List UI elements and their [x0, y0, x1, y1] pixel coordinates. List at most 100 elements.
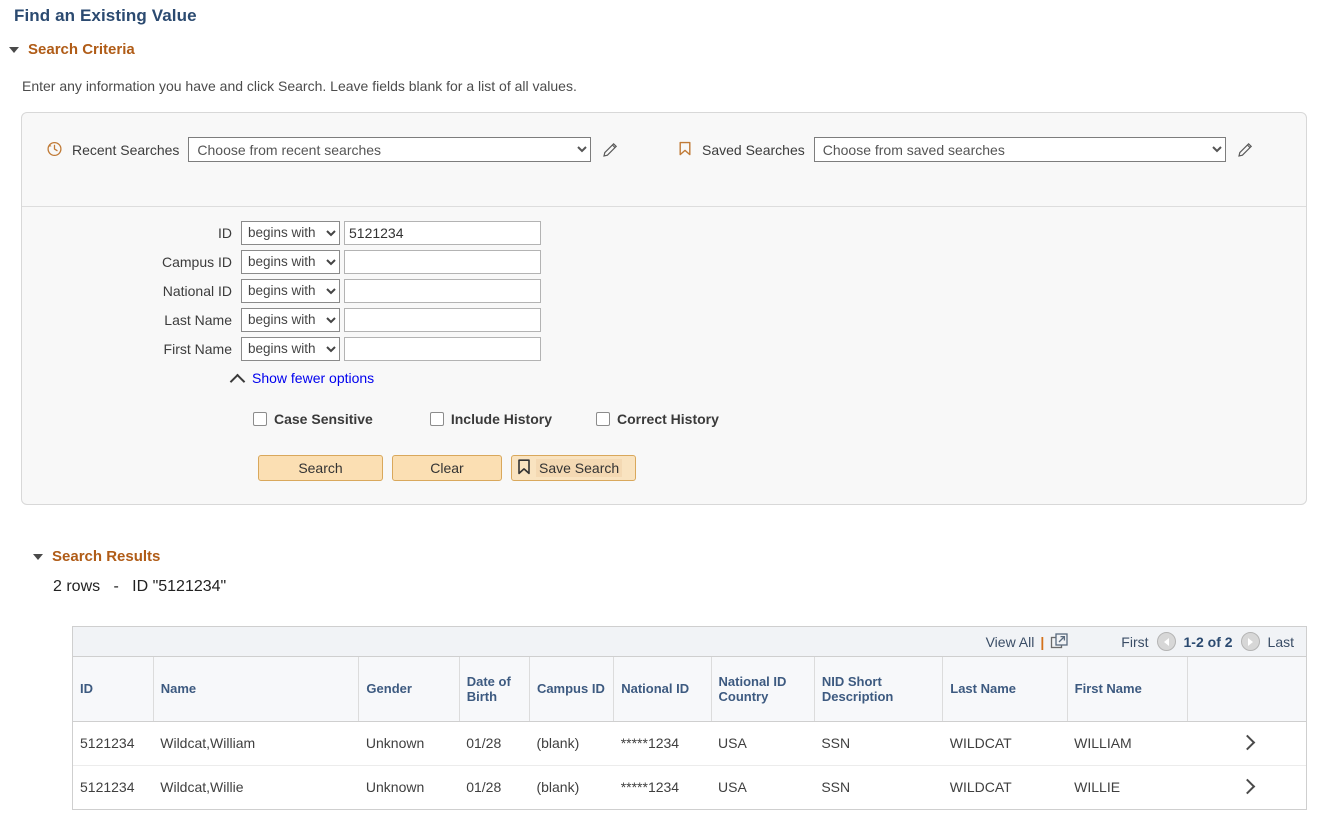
checkbox-box-icon[interactable] — [429, 412, 444, 426]
criteria-row-first-name: First Name begins with — [22, 334, 1306, 363]
search-input-last-name[interactable] — [344, 307, 541, 332]
bookmark-icon — [516, 458, 532, 479]
column-header-name[interactable]: Name — [153, 657, 360, 722]
search-results-grid: View All | First 1-2 of 2 Last ID Name G… — [72, 626, 1307, 810]
recent-searches-edit-pencil-icon[interactable] — [600, 140, 620, 160]
field-label-campus-id: Campus ID — [161, 253, 232, 270]
search-input-first-name[interactable] — [344, 336, 541, 361]
search-results-section-toggle[interactable]: Search Results — [33, 548, 160, 565]
cell-name: Wildcat,Willie — [160, 779, 244, 796]
criteria-fields: ID begins with Campus ID begins with Nat… — [22, 218, 1306, 386]
cell-last-name: WILDCAT — [949, 779, 1012, 796]
cell-gender: Unknown — [358, 721, 460, 766]
saved-searches-select[interactable]: Choose from saved searches — [813, 137, 1226, 162]
saved-searches-row: Recent Searches Choose from recent searc… — [22, 113, 1306, 207]
recent-searches-label: Recent Searches — [72, 141, 180, 158]
search-input-campus-id[interactable] — [344, 249, 541, 274]
chevron-right-icon[interactable] — [1241, 780, 1253, 792]
cell-id: 5121234 — [73, 721, 154, 766]
checkbox-case-sensitive[interactable]: Case Sensitive — [253, 411, 373, 427]
search-criteria-panel: Recent Searches Choose from recent searc… — [21, 112, 1307, 505]
column-header-campus-id[interactable]: Campus ID — [529, 657, 615, 722]
checkbox-correct-history[interactable]: Correct History — [595, 411, 719, 427]
show-fewer-options-label: Show fewer options — [252, 370, 375, 386]
table-row[interactable]: 5121234 Wildcat,William Unknown 01/28 (b… — [73, 721, 1306, 766]
search-criteria-section-toggle[interactable]: Search Criteria — [9, 41, 135, 58]
grid-toolbar: View All | First 1-2 of 2 Last — [73, 627, 1306, 657]
column-header-first-name[interactable]: First Name — [1067, 657, 1189, 722]
field-label-first-name: First Name — [163, 340, 232, 357]
results-table-body: 5121234 Wildcat,William Unknown 01/28 (b… — [73, 721, 1306, 809]
search-button[interactable]: Search — [258, 455, 383, 481]
chevron-up-icon — [232, 372, 244, 384]
operator-select-last-name[interactable]: begins with — [241, 307, 340, 332]
cell-name: Wildcat,William — [153, 721, 359, 766]
operator-select-national-id[interactable]: begins with — [241, 278, 340, 303]
triangle-left-icon — [1163, 637, 1169, 646]
cell-first-name: WILLIE — [1074, 779, 1121, 796]
triangle-right-icon — [1247, 637, 1253, 646]
cell-campus-id: (blank) — [536, 779, 580, 796]
search-results-label: Search Results — [52, 548, 161, 565]
history-clock-icon — [46, 140, 63, 160]
field-label-id: ID — [218, 224, 232, 241]
cell-row-action[interactable] — [1187, 721, 1306, 766]
column-header-national-id-country[interactable]: National ID Country — [711, 657, 815, 722]
results-table: ID Name Gender Date of Birth Campus ID N… — [73, 657, 1306, 809]
search-input-national-id[interactable] — [344, 278, 541, 303]
checkbox-box-icon[interactable] — [253, 412, 267, 426]
pager-prev-button[interactable] — [1156, 632, 1176, 651]
criteria-row-id: ID begins with — [22, 218, 1306, 247]
results-table-head: ID Name Gender Date of Birth Campus ID N… — [73, 657, 1306, 722]
view-all-link[interactable]: View All — [986, 634, 1035, 650]
pager-first-link[interactable]: First — [1121, 634, 1148, 650]
checkbox-label-correct-history: Correct History — [616, 411, 719, 427]
cell-national-id: *****1234 — [620, 779, 680, 796]
chevron-right-icon[interactable] — [1241, 736, 1253, 748]
clear-button[interactable]: Clear — [392, 455, 502, 481]
cell-campus-id: (blank) — [529, 721, 614, 766]
table-row[interactable]: 5121234 Wildcat,Willie Unknown 01/28 (bl… — [73, 765, 1306, 809]
cell-first-name: WILLIAM — [1067, 721, 1188, 766]
search-input-id[interactable] — [344, 220, 541, 245]
grid-pager: First 1-2 of 2 Last — [1121, 632, 1294, 651]
checkbox-label-include-history: Include History — [450, 411, 552, 427]
column-header-gender[interactable]: Gender — [358, 657, 460, 722]
pager-next-button[interactable] — [1240, 632, 1260, 651]
cell-row-action[interactable] — [1188, 765, 1306, 809]
field-label-last-name: Last Name — [164, 311, 232, 328]
recent-searches-select[interactable]: Choose from recent searches — [188, 137, 592, 162]
saved-searches-edit-pencil-icon[interactable] — [1235, 140, 1255, 160]
column-header-actions — [1187, 657, 1306, 722]
column-header-id[interactable]: ID — [73, 657, 154, 722]
pager-range-label: 1-2 of 2 — [1183, 633, 1233, 650]
operator-select-first-name[interactable]: begins with — [241, 336, 340, 361]
saved-searches-label: Saved Searches — [702, 141, 805, 158]
cell-national-id-country: USA — [718, 779, 747, 796]
checkbox-box-icon[interactable] — [595, 412, 610, 426]
open-in-new-window-icon[interactable] — [1050, 632, 1069, 651]
search-actions: Search Clear Save Search — [258, 455, 636, 481]
column-header-last-name[interactable]: Last Name — [942, 657, 1068, 722]
column-header-date-of-birth[interactable]: Date of Birth — [459, 657, 530, 722]
operator-select-id[interactable]: begins with — [241, 220, 340, 245]
show-fewer-options-link[interactable]: Show fewer options — [232, 370, 374, 386]
save-search-button[interactable]: Save Search — [511, 455, 636, 481]
bookmark-icon — [677, 140, 693, 160]
cell-national-id-country: USA — [711, 721, 815, 766]
search-options-checkboxes: Case Sensitive Include History Correct H… — [22, 411, 719, 427]
page-title: Find an Existing Value — [14, 6, 197, 25]
toolbar-separator: | — [1040, 633, 1045, 650]
field-label-national-id: National ID — [162, 282, 232, 299]
column-header-nid-short-description[interactable]: NID Short Description — [814, 657, 944, 722]
pager-last-link[interactable]: Last — [1268, 634, 1294, 650]
search-instructions: Enter any information you have and click… — [22, 78, 577, 94]
column-header-national-id[interactable]: National ID — [613, 657, 712, 722]
cell-last-name: WILDCAT — [942, 721, 1068, 766]
save-search-label: Save Search — [536, 459, 623, 477]
checkbox-include-history[interactable]: Include History — [429, 411, 552, 427]
caret-down-icon — [33, 553, 43, 560]
checkbox-label-case-sensitive: Case Sensitive — [274, 411, 373, 427]
operator-select-campus-id[interactable]: begins with — [241, 249, 340, 274]
caret-down-icon — [9, 46, 19, 53]
